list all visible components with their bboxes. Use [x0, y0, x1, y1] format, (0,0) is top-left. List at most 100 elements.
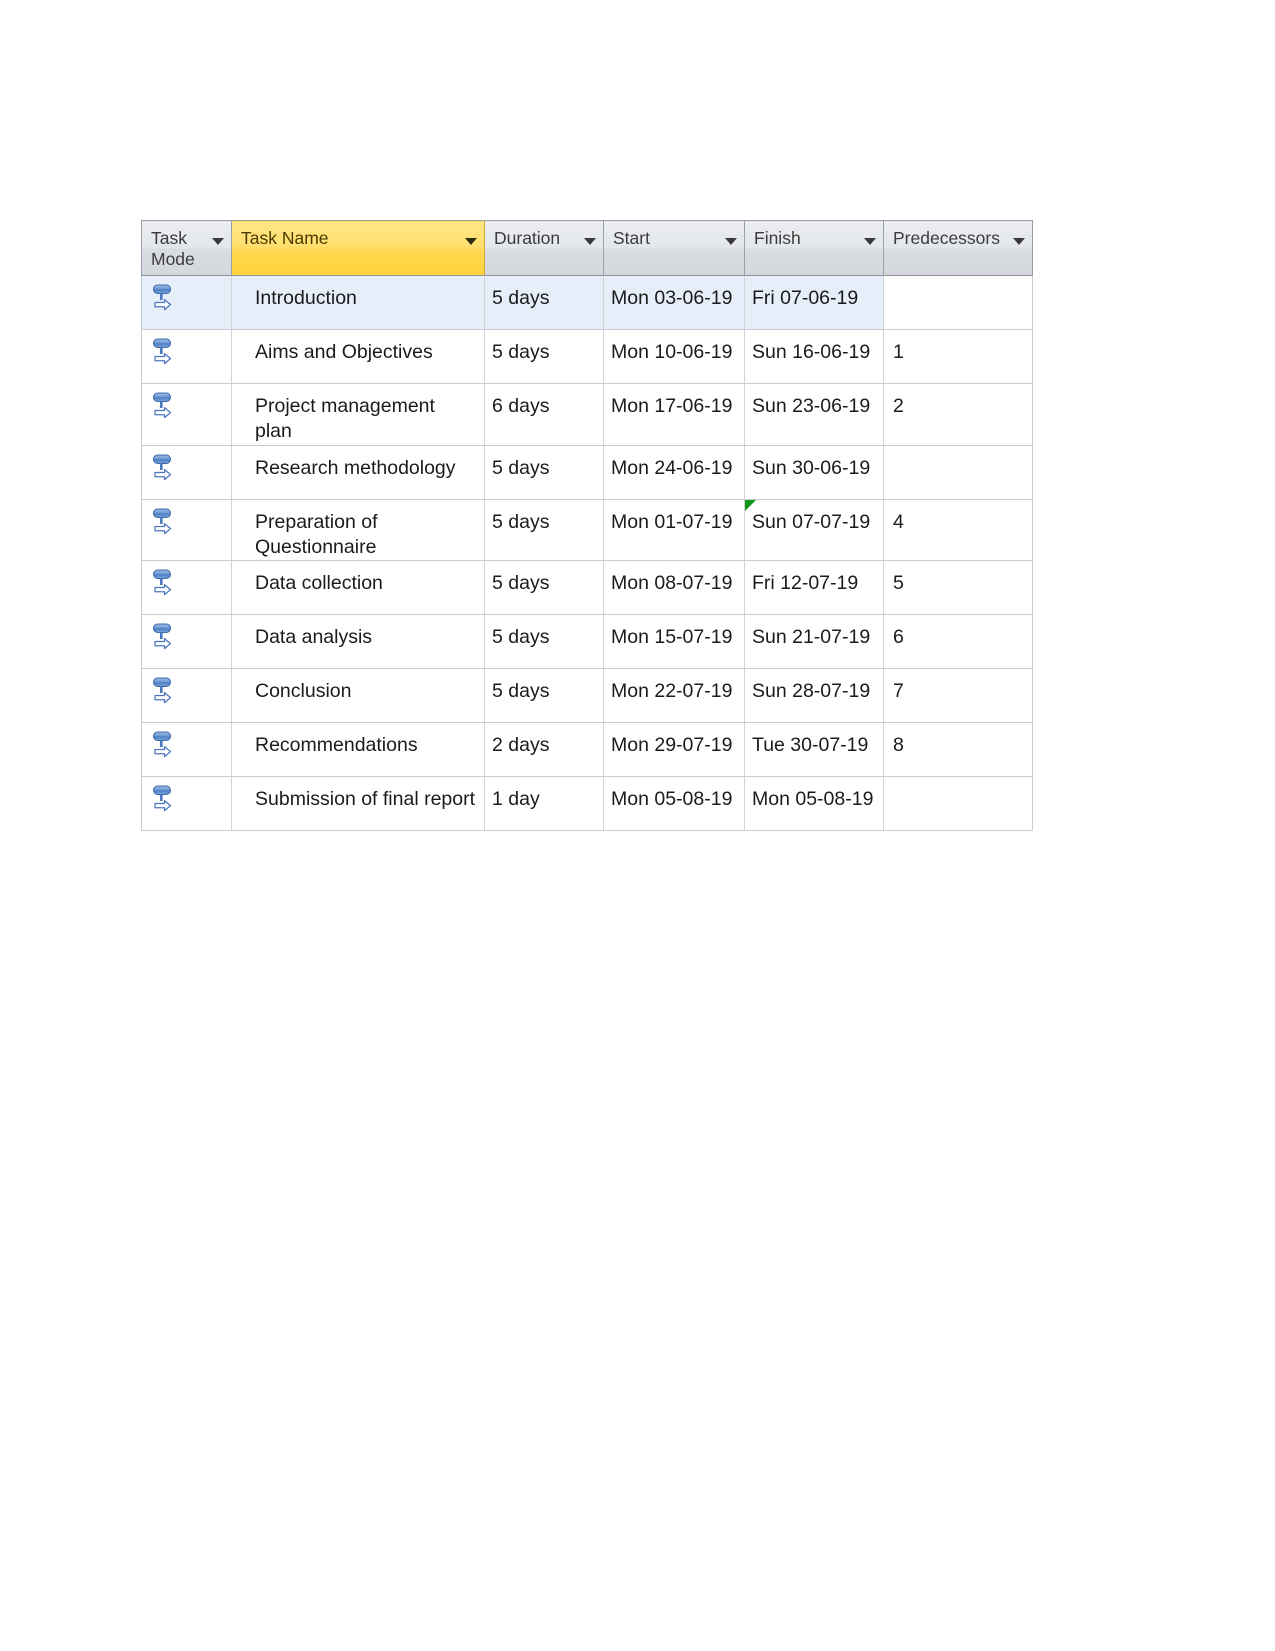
duration-text: 5 days	[492, 680, 550, 703]
predecessors-text: 5	[893, 572, 904, 595]
filter-dropdown-task-mode-icon[interactable]	[212, 238, 224, 245]
cell-finish[interactable]: Tue 30-07-19	[744, 722, 884, 778]
cell-task-mode[interactable]	[141, 668, 232, 724]
cell-predecessors[interactable]: 6	[883, 614, 1033, 670]
cell-predecessors[interactable]	[883, 445, 1033, 500]
cell-task-mode[interactable]	[141, 560, 232, 616]
cell-start[interactable]: Mon 08-07-19	[603, 560, 745, 616]
cell-start[interactable]: Mon 29-07-19	[603, 722, 745, 778]
filter-dropdown-predecessors-icon[interactable]	[1013, 238, 1025, 245]
cell-task-mode[interactable]	[141, 614, 232, 670]
table-row[interactable]: Preparation of Questionnaire 5 days Mon 01…	[141, 499, 1033, 562]
column-header-task-mode[interactable]: Task Mode	[141, 220, 232, 276]
cell-task-mode[interactable]	[141, 445, 232, 500]
cell-task-name[interactable]: Recommendations	[231, 722, 485, 778]
start-date-text: Mon 05-08-19	[611, 788, 733, 811]
cell-duration[interactable]: 6 days	[484, 383, 604, 446]
cell-start[interactable]: Mon 17-06-19	[603, 383, 745, 446]
cell-task-name[interactable]: Project management plan	[231, 383, 485, 446]
task-name-text: Recommendations	[255, 734, 418, 757]
start-date-text: Mon 17-06-19	[611, 395, 733, 417]
filter-dropdown-duration-icon[interactable]	[584, 238, 596, 245]
cell-duration[interactable]: 1 day	[484, 776, 604, 832]
cell-predecessors[interactable]: 4	[883, 499, 1033, 562]
cell-start[interactable]: Mon 05-08-19	[603, 776, 745, 832]
table-row[interactable]: Data analysis 5 days Mon 15-07-19 Sun 21-07…	[141, 614, 1033, 670]
cell-task-name[interactable]: Data analysis	[231, 614, 485, 670]
cell-task-mode[interactable]	[141, 329, 232, 384]
cell-duration[interactable]: 5 days	[484, 614, 604, 670]
cell-task-mode[interactable]	[141, 383, 232, 446]
cell-predecessors[interactable]	[883, 776, 1033, 832]
cell-predecessors[interactable]: 2	[883, 383, 1033, 446]
cell-finish[interactable]: Sun 28-07-19	[744, 668, 884, 724]
cell-finish[interactable]: Fri 12-07-19	[744, 560, 884, 616]
duration-text: 5 days	[492, 510, 550, 533]
cell-finish[interactable]: Sun 07-07-19	[744, 499, 884, 562]
cell-finish[interactable]: Sun 30-06-19	[744, 445, 884, 500]
cell-predecessors[interactable]: 8	[883, 722, 1033, 778]
table-row[interactable]: Conclusion 5 days Mon 22-07-19 Sun 28-07-19…	[141, 668, 1033, 724]
finish-date-text: Sun 23-06-19	[752, 395, 871, 417]
start-date-text: Mon 08-07-19	[611, 572, 733, 595]
cell-predecessors[interactable]	[883, 275, 1033, 330]
cell-duration[interactable]: 5 days	[484, 445, 604, 500]
cell-finish[interactable]: Sun 16-06-19	[744, 329, 884, 384]
cell-duration[interactable]: 5 days	[484, 499, 604, 562]
cell-predecessors[interactable]: 5	[883, 560, 1033, 616]
filter-dropdown-finish-icon[interactable]	[864, 238, 876, 245]
cell-duration[interactable]: 2 days	[484, 722, 604, 778]
cell-predecessors[interactable]: 1	[883, 329, 1033, 384]
table-row[interactable]: Data collection 5 days Mon 08-07-19 Fri 12-…	[141, 560, 1033, 616]
cell-task-name[interactable]: Research methodology	[231, 445, 485, 500]
cell-task-mode[interactable]	[141, 776, 232, 832]
predecessors-text: 2	[893, 395, 904, 417]
table-row[interactable]: Submission of final report 1 day Mon 05-08…	[141, 776, 1033, 832]
cell-start[interactable]: Mon 10-06-19	[603, 329, 745, 384]
cell-start[interactable]: Mon 01-07-19	[603, 499, 745, 562]
task-name-text: Conclusion	[255, 680, 352, 703]
column-header-duration[interactable]: Duration	[484, 220, 604, 276]
task-name-text: Project management plan	[255, 395, 435, 443]
cell-duration[interactable]: 5 days	[484, 275, 604, 330]
cell-task-name[interactable]: Conclusion	[231, 668, 485, 724]
cell-predecessors[interactable]: 7	[883, 668, 1033, 724]
cell-start[interactable]: Mon 24-06-19	[603, 445, 745, 500]
cell-start[interactable]: Mon 15-07-19	[603, 614, 745, 670]
column-header-finish[interactable]: Finish	[744, 220, 884, 276]
predecessors-text: 6	[893, 626, 904, 649]
cell-task-mode[interactable]	[141, 722, 232, 778]
column-header-task-name[interactable]: Task Name	[231, 220, 485, 276]
table-row[interactable]: Aims and Objectives 5 days Mon 10-06-19 Sun…	[141, 329, 1033, 384]
cell-task-name[interactable]: Introduction	[231, 275, 485, 330]
cell-start[interactable]: Mon 03-06-19	[603, 275, 745, 330]
cell-start[interactable]: Mon 22-07-19	[603, 668, 745, 724]
filter-dropdown-start-icon[interactable]	[725, 238, 737, 245]
column-header-start[interactable]: Start	[603, 220, 745, 276]
cell-finish[interactable]: Sun 21-07-19	[744, 614, 884, 670]
cell-duration[interactable]: 5 days	[484, 329, 604, 384]
table-row[interactable]: Introduction 5 days Mon 03-06-19 Fri 07-06-…	[141, 275, 1033, 330]
cell-finish[interactable]: Mon 05-08-19	[744, 776, 884, 832]
cell-task-name[interactable]: Preparation of Questionnaire	[231, 499, 485, 562]
task-sheet-table[interactable]: Task Mode Task Name Duration Start Finis…	[141, 220, 1033, 832]
cell-duration[interactable]: 5 days	[484, 668, 604, 724]
table-row[interactable]: Recommendations 2 days Mon 29-07-19 Tue 30-…	[141, 722, 1033, 778]
table-row[interactable]: Project management plan 6 days Mon 17-06-1…	[141, 383, 1033, 446]
cell-task-mode[interactable]	[141, 275, 232, 330]
cell-finish[interactable]: Fri 07-06-19	[744, 275, 884, 330]
filter-dropdown-task-name-icon[interactable]	[465, 238, 477, 245]
cell-task-name[interactable]: Aims and Objectives	[231, 329, 485, 384]
cell-task-name[interactable]: Submission of final report	[231, 776, 485, 832]
table-row[interactable]: Research methodology 5 days Mon 24-06-19 Su…	[141, 445, 1033, 500]
cell-task-name[interactable]: Data collection	[231, 560, 485, 616]
manually-scheduled-icon	[153, 338, 172, 365]
start-date-text: Mon 24-06-19	[611, 456, 733, 479]
finish-date-text: Fri 07-06-19	[752, 287, 859, 309]
cell-finish[interactable]: Sun 23-06-19	[744, 383, 884, 446]
predecessors-text: 7	[893, 680, 904, 703]
cell-duration[interactable]: 5 days	[484, 560, 604, 616]
column-header-predecessors[interactable]: Predecessors	[883, 220, 1033, 276]
finish-date-text: Fri 12-07-19	[752, 572, 859, 595]
cell-task-mode[interactable]	[141, 499, 232, 562]
